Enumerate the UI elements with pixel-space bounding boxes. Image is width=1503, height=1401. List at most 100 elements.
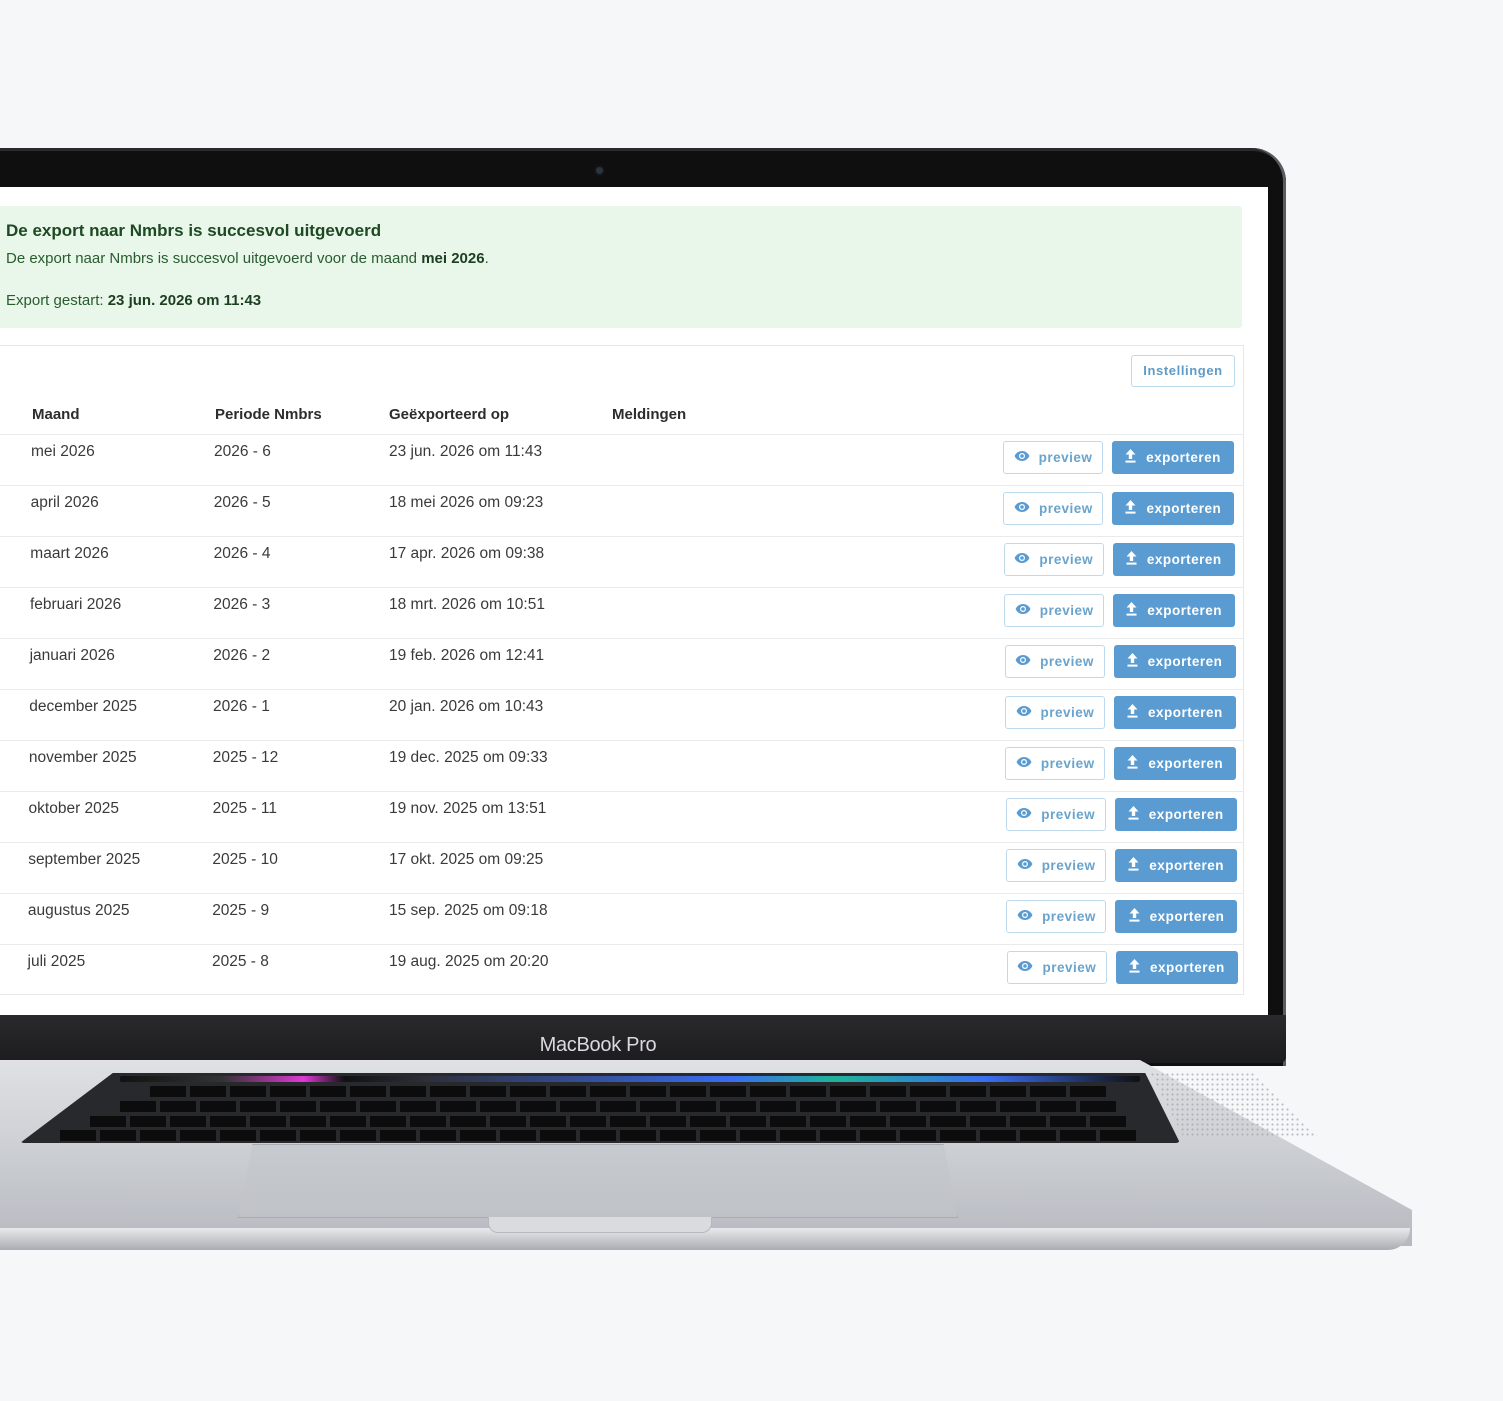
preview-label: preview — [1038, 450, 1093, 465]
column-header-notices: Meldingen — [612, 406, 687, 423]
table-row: februari 2026 2026 - 3 18 mrt. 2026 om 10:… — [0, 587, 1243, 639]
settings-button[interactable]: Instellingen — [1131, 355, 1235, 387]
preview-button[interactable]: preview — [1004, 645, 1105, 678]
export-label: exporteren — [1148, 807, 1224, 822]
upload-icon — [1126, 551, 1137, 568]
upload-icon — [1129, 959, 1140, 976]
upload-icon — [1126, 602, 1137, 619]
alert-export-started: Export gestart: 23 jun. 2026 om 11:43 — [6, 292, 261, 309]
preview-button[interactable]: preview — [1003, 543, 1104, 576]
export-button[interactable]: exporteren — [1112, 543, 1235, 576]
export-label: exporteren — [1146, 552, 1222, 567]
cell-month: juli 2025 — [27, 953, 86, 970]
export-started-label: Export gestart: — [6, 292, 108, 309]
export-button[interactable]: exporteren — [1115, 951, 1238, 984]
export-button[interactable]: exporteren — [1112, 492, 1235, 525]
cell-month: november 2025 — [28, 749, 137, 766]
export-button[interactable]: exporteren — [1113, 645, 1236, 678]
upload-icon — [1127, 653, 1138, 670]
upload-icon — [1129, 908, 1140, 925]
cell-exported: 19 aug. 2025 om 20:20 — [389, 953, 549, 970]
cell-exported: 18 mrt. 2026 om 10:51 — [389, 596, 545, 613]
cell-month: januari 2026 — [29, 647, 115, 664]
export-label: exporteren — [1149, 960, 1225, 975]
eye-icon — [1016, 756, 1032, 771]
cell-month: september 2025 — [28, 851, 141, 868]
upload-icon — [1127, 704, 1138, 721]
export-label: exporteren — [1148, 705, 1223, 720]
export-button[interactable]: exporteren — [1113, 696, 1236, 729]
column-header-month: Maand — [32, 406, 80, 423]
table-row: december 2025 2026 - 1 20 jan. 2026 om 10:… — [0, 689, 1243, 741]
preview-button[interactable]: preview — [1006, 849, 1107, 882]
export-label: exporteren — [1146, 450, 1221, 465]
cell-exported: 17 apr. 2026 om 09:38 — [389, 545, 545, 562]
table-row: april 2026 2026 - 5 18 mei 2026 om 09:23 pr… — [0, 485, 1243, 537]
cell-month: maart 2026 — [30, 545, 109, 562]
table-row: november 2025 2025 - 12 19 dec. 2025 om 09… — [0, 740, 1243, 792]
table-row: mei 2026 2026 - 6 23 jun. 2026 om 11:43 pre… — [0, 434, 1243, 486]
preview-button[interactable]: preview — [1003, 492, 1104, 525]
preview-label: preview — [1039, 603, 1094, 618]
preview-button[interactable]: preview — [1006, 900, 1107, 933]
export-button[interactable]: exporteren — [1115, 900, 1238, 933]
cell-period: 2026 - 2 — [213, 647, 271, 664]
upload-icon — [1125, 449, 1136, 466]
cell-period: 2025 - 8 — [212, 953, 269, 970]
cell-period: 2025 - 12 — [212, 749, 279, 766]
preview-label: preview — [1040, 756, 1095, 771]
cell-month: augustus 2025 — [27, 902, 130, 919]
cell-period: 2026 - 5 — [213, 494, 271, 511]
cell-month: oktober 2025 — [28, 800, 120, 817]
cell-month: mei 2026 — [31, 443, 95, 460]
preview-label: preview — [1041, 858, 1096, 873]
export-button[interactable]: exporteren — [1113, 594, 1236, 627]
upload-icon — [1128, 806, 1139, 823]
cell-exported: 17 okt. 2025 om 09:25 — [389, 851, 544, 868]
preview-label: preview — [1042, 960, 1097, 975]
export-button[interactable]: exporteren — [1114, 747, 1237, 780]
export-label: exporteren — [1147, 654, 1223, 669]
preview-button[interactable]: preview — [1004, 594, 1105, 627]
eye-icon — [1017, 858, 1033, 873]
export-label: exporteren — [1148, 756, 1224, 771]
trackpad — [238, 1144, 958, 1218]
column-header-period: Periode Nmbrs — [215, 406, 322, 423]
cell-period: 2025 - 9 — [212, 902, 270, 919]
preview-label: preview — [1040, 654, 1094, 669]
preview-label: preview — [1041, 807, 1096, 822]
eye-icon — [1015, 603, 1031, 618]
touch-bar — [120, 1076, 1140, 1082]
preview-button[interactable]: preview — [1005, 798, 1106, 831]
eye-icon — [1014, 501, 1030, 516]
device-brand: MacBook Pro — [539, 1034, 657, 1056]
export-button[interactable]: exporteren — [1112, 441, 1234, 474]
preview-button[interactable]: preview — [1004, 696, 1105, 729]
preview-button[interactable]: preview — [1006, 951, 1107, 984]
key-row — [90, 1116, 1130, 1127]
lid-opening-notch — [488, 1217, 712, 1233]
laptop-screen: De export naar Nmbrs is succesvol uitgev… — [0, 187, 1268, 1015]
cell-exported: 19 feb. 2026 om 12:41 — [389, 647, 545, 664]
preview-label: preview — [1042, 909, 1096, 924]
preview-button[interactable]: preview — [1003, 441, 1103, 474]
export-label: exporteren — [1146, 501, 1222, 516]
cell-period: 2026 - 6 — [214, 443, 271, 460]
cell-exported: 15 sep. 2025 om 09:18 — [389, 902, 548, 919]
alert-message-suffix: . — [484, 250, 489, 267]
cell-exported: 19 nov. 2025 om 13:51 — [389, 800, 547, 817]
preview-button[interactable]: preview — [1005, 747, 1106, 780]
export-label: exporteren — [1149, 909, 1225, 924]
export-button[interactable]: exporteren — [1115, 849, 1238, 882]
cell-exported: 19 dec. 2025 om 09:33 — [389, 749, 548, 766]
eye-icon — [1015, 654, 1031, 669]
export-button[interactable]: exporteren — [1114, 798, 1237, 831]
alert-message: De export naar Nmbrs is succesvol uitgev… — [6, 250, 489, 267]
preview-label: preview — [1040, 705, 1095, 720]
column-header-exported: Geëxporteerd op — [389, 406, 510, 423]
cell-period: 2026 - 3 — [213, 596, 271, 613]
eye-icon — [1014, 450, 1030, 465]
key-row — [60, 1130, 1140, 1141]
cell-period: 2025 - 11 — [212, 800, 277, 817]
upload-icon — [1125, 500, 1136, 517]
